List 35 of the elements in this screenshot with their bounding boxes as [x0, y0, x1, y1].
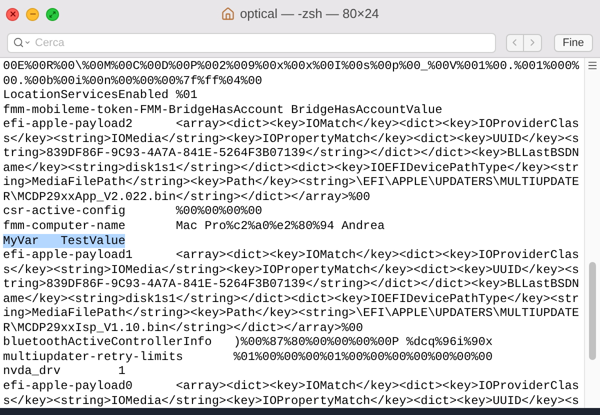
- terminal-line: 00E%00R%00\%00M%00C%00D%00P%002%009%00x%00x%00I%00s%00p%00_%00V%001%00.%001%000%: [3, 59, 580, 73]
- close-icon: [8, 10, 16, 18]
- terminal-line: nvda_drv 1: [3, 364, 126, 378]
- done-button[interactable]: Fine: [554, 34, 593, 52]
- terminal-line: s</key><string>IOMedia</string><key>IOPropertyMatch</key><dict><key>UUID</key><s: [3, 132, 580, 146]
- terminal-line: efi-apple-payload0 <array><dict><key>IOMatch</key><dict><key>IOProviderClas: [3, 379, 580, 394]
- terminal-line: ame</key><string>disk1s1</string></dict><dict><key>IOEFIDevicePathType</key><str: [3, 160, 580, 175]
- window-title: optical — -zsh — 80×24: [240, 5, 380, 24]
- expand-icon: [49, 10, 56, 18]
- terminal-line: ing>MediaFilePath</string><key>Path</key><string>\EFI\APPLE\UPDATERS\MULTIUPDATE: [3, 175, 580, 190]
- zoom-button[interactable]: [46, 8, 59, 20]
- terminal-line: ame</key><string>disk1s1</string></dict><dict><key>IOEFIDevicePathType</key><str: [3, 292, 580, 306]
- terminal-line: s</key><string>IOMedia</string><key>IOPropertyMatch</key><dict><key>UUID</key><s: [3, 262, 580, 277]
- terminal-line: tring>839DF86F-9C93-4A7A-841E-5264F3B07139</string></dict></dict><key>BLLastBSDN: [3, 146, 580, 160]
- terminal-line: s</key><string>IOMedia</string><key>IOPropertyMatch</key><dict><key>UUID</key><s: [3, 394, 580, 408]
- close-button[interactable]: [6, 8, 19, 20]
- terminal-line: tring>839DF86F-9C93-4A7A-841E-5264F3B07139</string></dict></dict><key>BLLastBSDN: [3, 277, 580, 292]
- terminal-line: csr-active-config %00%00%00%00: [3, 204, 262, 218]
- terminal-line: ing>MediaFilePath</string><key>Path</key><string>\EFI\APPLE\UPDATERS\MULTIUPDATE: [3, 306, 580, 320]
- terminal-line: R\MCDP29xxIsp_V1.10.bin</string></dict></array>%00: [3, 320, 364, 335]
- search-field[interactable]: Cerca: [7, 32, 496, 52]
- scrollbar-thumb[interactable]: [589, 262, 596, 360]
- marks-icon: [587, 60, 598, 71]
- terminal-line: fmm-computer-name Mac Pro%c2%a0%e2%80%94 Andrea: [3, 219, 385, 234]
- terminal-line: bluetoothActiveControllerInfo )%00%87%80%00%00%00%00P %dcq%96i%90x: [3, 335, 493, 350]
- minimize-button[interactable]: [26, 8, 39, 20]
- terminal-line: fmm-mobileme-token-FMM-BridgeHasAccount BridgeHasAccountValue: [3, 102, 442, 117]
- terminal-line: LocationServicesEnabled %01: [3, 88, 198, 102]
- terminal-line: efi-apple-payload2 <array><dict><key>IOMatch</key><dict><key>IOProviderClas: [3, 117, 580, 132]
- terminal-line: 00.%00b%00i%00n%00%00%00%7f%ff%04%00: [3, 74, 262, 88]
- search-icon: [13, 36, 31, 48]
- terminal-line: efi-apple-payload1 <array><dict><key>IOMatch</key><dict><key>IOProviderClas: [3, 248, 580, 262]
- house-icon: [220, 7, 235, 21]
- terminal-line: multiupdater-retry-limits %01%00%00%00%01%00%00%00%00%00%00%00: [3, 350, 493, 364]
- terminal-line: R\MCDP29xxApp_V2.022.bin</string></dict></array>%00: [3, 190, 370, 204]
